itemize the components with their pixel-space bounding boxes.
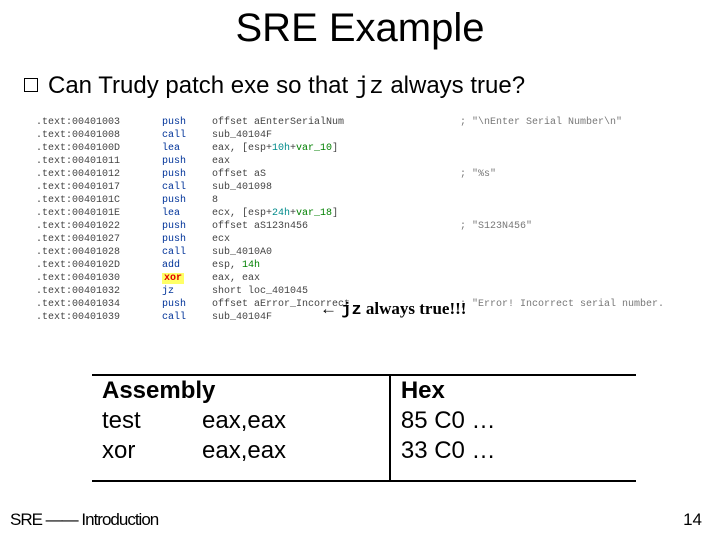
jz-annotation: ← jz always true!!! — [320, 299, 466, 320]
hex: 33 C0 … — [391, 436, 636, 466]
asm-hex-table: Assembly Hex testeax,eax 85 C0 … xoreax,… — [92, 374, 636, 482]
hex: 85 C0 … — [391, 406, 636, 436]
arrow-left-icon: ← — [320, 299, 341, 318]
bullet-icon — [24, 78, 38, 92]
annot-code: jz — [341, 301, 361, 320]
ops: eax,eax — [202, 407, 286, 434]
question-line: Can Trudy patch exe so that jz always tr… — [24, 72, 700, 101]
table-row: testeax,eax 85 C0 … — [92, 406, 636, 436]
mn: test — [102, 406, 202, 436]
table-header-hex: Hex — [391, 376, 636, 406]
disassembly-listing: .text:00401003pushoffset aEnterSerialNum… — [36, 116, 664, 324]
mn: xor — [102, 436, 202, 466]
annot-post: always true!!! — [362, 299, 467, 318]
footer-left: SRE —— Introduction — [10, 510, 158, 530]
page-number: 14 — [683, 510, 702, 530]
ops: eax,eax — [202, 437, 286, 464]
table-header-asm: Assembly — [92, 376, 391, 406]
question-code: jz — [355, 74, 384, 101]
table-row: xoreax,eax 33 C0 … — [92, 436, 636, 466]
question-pre: Can Trudy patch exe so that — [48, 72, 355, 99]
slide-title: SRE Example — [0, 6, 720, 51]
question-post: always true? — [384, 72, 525, 99]
slide-footer: SRE —— Introduction 14 — [10, 510, 702, 530]
